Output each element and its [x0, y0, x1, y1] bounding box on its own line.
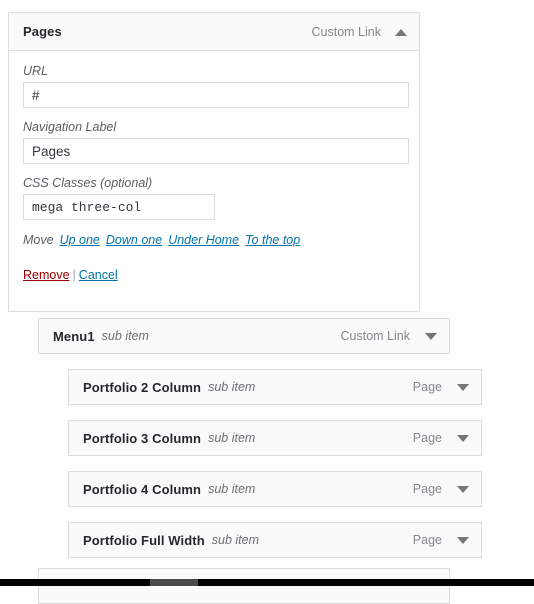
chevron-down-icon[interactable]: [457, 381, 469, 393]
chevron-down-icon[interactable]: [457, 483, 469, 495]
menu-row-title: Portfolio 4 Column: [83, 481, 202, 497]
menu-row-partial-clipped[interactable]: [38, 568, 450, 604]
chevron-down-icon[interactable]: [457, 432, 469, 444]
horizontal-scrollbar[interactable]: [0, 579, 534, 586]
css-classes-label: CSS Classes (optional): [23, 176, 153, 190]
menu-row-right: Page: [413, 533, 469, 547]
menu-row-subtext: sub item: [208, 482, 256, 496]
menu-item-actions: Remove | Cancel: [23, 266, 407, 284]
menu-row-menu1[interactable]: Menu1 sub item Custom Link: [38, 318, 450, 354]
url-label: URL: [23, 64, 49, 78]
menu-item-header[interactable]: Pages Custom Link: [9, 13, 419, 51]
menu-row-subtext: sub item: [208, 380, 256, 394]
menu-row-right: Page: [413, 482, 469, 496]
menu-row-right: Page: [413, 431, 469, 445]
menu-row-portfolio-3-column[interactable]: Portfolio 3 Column sub item Page: [68, 420, 482, 456]
menu-row-subtext: sub item: [101, 329, 149, 343]
menu-row-type-label: Page: [412, 380, 442, 394]
move-label: Move: [23, 233, 54, 247]
move-down-one-link[interactable]: Down one: [106, 233, 162, 247]
menu-row-portfolio-full-width[interactable]: Portfolio Full Width sub item Page: [68, 522, 482, 558]
navigation-label-input[interactable]: [23, 138, 409, 164]
menu-row-right: Page: [413, 380, 469, 394]
menu-row-portfolio-4-column[interactable]: Portfolio 4 Column sub item Page: [68, 471, 482, 507]
cancel-link[interactable]: Cancel: [79, 268, 118, 282]
url-input[interactable]: [23, 82, 409, 108]
menu-row-subtext: sub item: [211, 533, 259, 547]
menu-row-title: Menu1: [53, 328, 95, 344]
menu-row-type-label: Page: [412, 533, 442, 547]
action-separator: |: [72, 268, 76, 282]
chevron-down-icon[interactable]: [457, 534, 469, 546]
move-to-the-top-link[interactable]: To the top: [245, 233, 300, 247]
chevron-up-icon[interactable]: [395, 26, 407, 38]
menu-row-title: Portfolio 3 Column: [83, 430, 202, 446]
move-under-home-link[interactable]: Under Home: [168, 233, 239, 247]
css-classes-input[interactable]: [23, 194, 215, 220]
remove-link[interactable]: Remove: [23, 268, 70, 282]
menu-row-type-label: Page: [412, 482, 442, 496]
menu-item-title: Pages: [23, 24, 62, 39]
menu-row-type-label: Page: [412, 431, 442, 445]
horizontal-scrollbar-thumb[interactable]: [150, 579, 198, 586]
menu-row-subtext: sub item: [208, 431, 256, 445]
menu-row-type-label: Custom Link: [340, 329, 410, 343]
menu-row-title: Portfolio 2 Column: [83, 379, 202, 395]
menu-row-portfolio-2-column[interactable]: Portfolio 2 Column sub item Page: [68, 369, 482, 405]
menu-item-editor-panel: Pages Custom Link URL Navigation Label C…: [8, 12, 420, 312]
menu-item-settings: URL Navigation Label CSS Classes (option…: [9, 51, 419, 311]
menu-row-title: Portfolio Full Width: [83, 532, 205, 548]
menu-item-header-right: Custom Link: [312, 25, 407, 39]
menu-row-right: Custom Link: [341, 329, 437, 343]
navigation-label-label: Navigation Label: [23, 120, 117, 134]
move-row: Move Up one Down one Under Home To the top: [23, 231, 407, 249]
move-up-one-link[interactable]: Up one: [60, 233, 100, 247]
chevron-down-icon[interactable]: [425, 330, 437, 342]
menu-item-type-label: Custom Link: [311, 24, 381, 39]
